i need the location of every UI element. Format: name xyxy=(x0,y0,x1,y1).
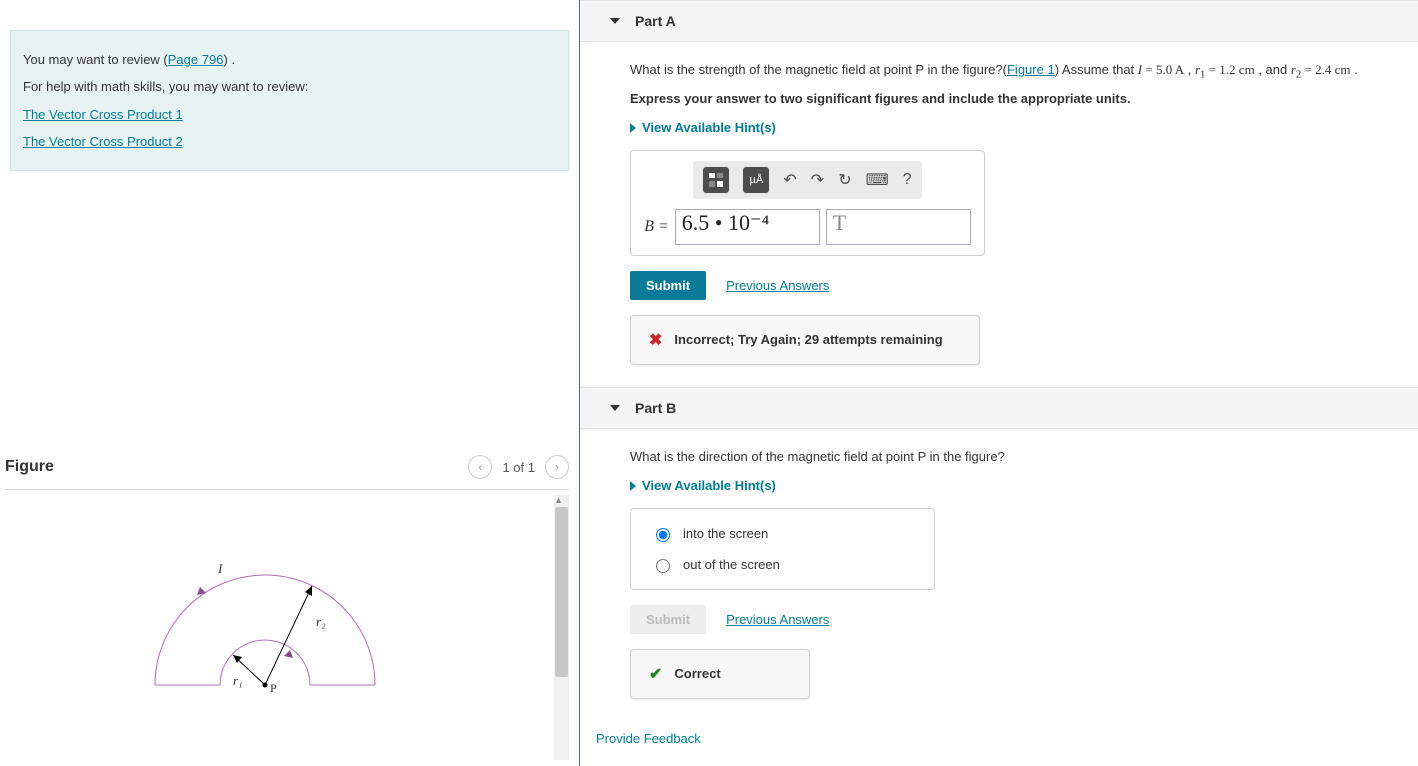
part-b-body: What is the direction of the magnetic fi… xyxy=(580,429,1418,721)
part-a-answer-box: µÅ ↶ ↷ ↻ ⌨ ? B = 6.5 • 10⁻⁴ T xyxy=(630,150,985,256)
part-b-options: into the screen out of the screen xyxy=(630,508,935,590)
caret-right-icon xyxy=(630,123,636,133)
part-b-submit-button: Submit xyxy=(630,605,706,634)
part-b-question: What is the direction of the magnetic fi… xyxy=(630,447,1398,468)
figure-title: Figure xyxy=(5,458,54,476)
vector-cross-product-2-link[interactable]: The Vector Cross Product 2 xyxy=(23,134,183,149)
right-panel: Part A What is the strength of the magne… xyxy=(580,0,1418,766)
part-a-feedback: ✖ Incorrect; Try Again; 29 attempts rema… xyxy=(630,315,980,365)
collapse-icon xyxy=(610,405,620,411)
figure-header: Figure ‹ 1 of 1 › xyxy=(5,455,569,490)
label-P: P xyxy=(270,681,277,696)
part-b-title: Part B xyxy=(635,400,676,416)
part-a-previous-answers-link[interactable]: Previous Answers xyxy=(726,278,829,293)
undo-icon[interactable]: ↶ xyxy=(783,170,796,190)
part-a-submit-row: Submit Previous Answers xyxy=(630,271,1398,300)
label-r1: r₁ xyxy=(233,673,243,689)
part-a-hints-toggle[interactable]: View Available Hint(s) xyxy=(630,120,1398,135)
provide-feedback-link[interactable]: Provide Feedback xyxy=(580,721,1418,746)
caret-right-icon xyxy=(630,481,636,491)
part-a-header[interactable]: Part A xyxy=(580,0,1418,42)
page-796-link[interactable]: Page 796 xyxy=(168,52,224,67)
radio-into-screen[interactable] xyxy=(656,528,670,542)
collapse-icon xyxy=(610,18,620,24)
keyboard-icon[interactable]: ⌨ xyxy=(866,170,889,190)
figure-nav: ‹ 1 of 1 › xyxy=(468,455,569,479)
incorrect-icon: ✖ xyxy=(649,330,662,350)
option-out-of-screen[interactable]: out of the screen xyxy=(651,556,914,573)
label-r2: r₂ xyxy=(316,614,326,630)
part-b-hints-toggle[interactable]: View Available Hint(s) xyxy=(630,478,1398,493)
review-line-2: For help with math skills, you may want … xyxy=(23,73,556,100)
part-a-body: What is the strength of the magnetic fie… xyxy=(580,42,1418,387)
vector-cross-product-1-link[interactable]: The Vector Cross Product 1 xyxy=(23,107,183,122)
figure-prev-button[interactable]: ‹ xyxy=(468,455,492,479)
answer-row: B = 6.5 • 10⁻⁴ T xyxy=(644,209,971,245)
part-a-title: Part A xyxy=(635,13,676,29)
left-panel: You may want to review (Page 796) . For … xyxy=(0,0,580,766)
figure-body: I r₁ r₂ P xyxy=(5,490,569,760)
part-a-question: What is the strength of the magnetic fie… xyxy=(630,60,1398,84)
part-b-submit-row: Submit Previous Answers xyxy=(630,605,1398,634)
label-I: I xyxy=(218,561,222,577)
part-a-submit-button[interactable]: Submit xyxy=(630,271,706,300)
units-tool-button[interactable]: µÅ xyxy=(743,167,769,193)
reset-icon[interactable]: ↻ xyxy=(838,170,851,190)
correct-icon: ✔ xyxy=(649,664,662,684)
part-b-header[interactable]: Part B xyxy=(580,387,1418,429)
scroll-thumb[interactable] xyxy=(555,507,568,677)
part-a-instruction: Express your answer to two significant f… xyxy=(630,89,1398,110)
template-tool-button[interactable] xyxy=(703,167,729,193)
part-a-feedback-text: Incorrect; Try Again; 29 attempts remain… xyxy=(674,332,942,347)
review-hints-box: You may want to review (Page 796) . For … xyxy=(10,30,569,171)
part-b-feedback-text: Correct xyxy=(674,666,720,681)
equation-label: B = xyxy=(644,218,669,236)
help-icon[interactable]: ? xyxy=(903,171,912,189)
option-out-of-screen-label: out of the screen xyxy=(683,557,780,572)
value-input[interactable]: 6.5 • 10⁻⁴ xyxy=(675,209,820,245)
figure-next-button[interactable]: › xyxy=(545,455,569,479)
redo-icon[interactable]: ↷ xyxy=(811,170,824,190)
figure-diagram: I r₁ r₂ P xyxy=(145,565,385,698)
figure-1-link[interactable]: Figure 1 xyxy=(1007,62,1055,77)
review-line-1: You may want to review (Page 796) . xyxy=(23,46,556,73)
option-into-screen-label: into the screen xyxy=(683,526,768,541)
figure-counter: 1 of 1 xyxy=(502,460,535,475)
figure-scrollbar[interactable] xyxy=(554,495,569,760)
unit-input[interactable]: T xyxy=(826,209,971,245)
radio-out-of-screen[interactable] xyxy=(656,559,670,573)
equation-toolbar: µÅ ↶ ↷ ↻ ⌨ ? xyxy=(693,161,921,199)
part-b-feedback: ✔ Correct xyxy=(630,649,810,699)
figure-section: Figure ‹ 1 of 1 › xyxy=(5,455,569,760)
part-b-previous-answers-link[interactable]: Previous Answers xyxy=(726,612,829,627)
option-into-screen[interactable]: into the screen xyxy=(651,525,914,542)
